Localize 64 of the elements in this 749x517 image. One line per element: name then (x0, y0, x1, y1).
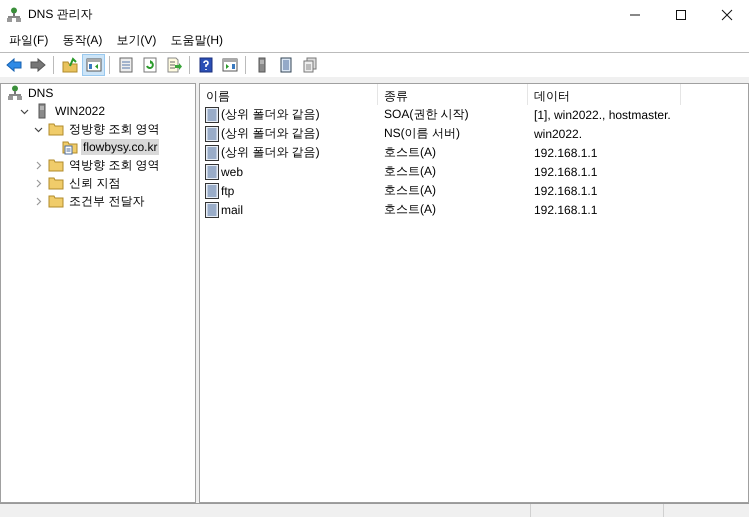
collapse-chevron-icon[interactable] (20, 106, 28, 116)
console-tree-button[interactable] (82, 54, 105, 76)
record-icon (204, 164, 220, 180)
table-cell-text: win2022. (533, 126, 584, 140)
table-cell: mail (221, 202, 244, 216)
column-header[interactable]: 데이터 (528, 84, 681, 105)
table-cell: (상위 폴더와 같음) (221, 144, 320, 161)
record-list-icon (278, 57, 294, 73)
tree-item[interactable]: DNS (26, 85, 56, 101)
record-icon (204, 182, 220, 198)
table-cell-text: 호스트(A) (383, 182, 437, 199)
console-tree-icon (86, 57, 102, 73)
back-arrow-icon (6, 57, 22, 73)
expand-chevron-icon[interactable] (34, 178, 42, 188)
zone-folder-icon (62, 139, 78, 155)
properties-icon (118, 57, 134, 73)
table-cell-text: 호스트(A) (383, 163, 437, 180)
table-cell: (상위 폴더와 같음) (221, 125, 320, 142)
table-cell: ftp (221, 184, 234, 198)
expand-chevron-icon[interactable] (34, 196, 42, 206)
tree-item[interactable]: flowbysy.co.kr (81, 139, 160, 155)
column-header[interactable]: 이름 (200, 84, 378, 105)
table-cell: (상위 폴더와 같음) (221, 106, 320, 123)
record-icon (204, 126, 220, 142)
tree-item[interactable]: 신뢰 지점 (67, 174, 122, 192)
column-header[interactable]: 종류 (378, 84, 528, 105)
window-title: DNS 관리자 (28, 6, 93, 23)
table-cell-text: 192.168.1.1 (533, 202, 598, 216)
action-pane-icon (222, 57, 238, 73)
folder-icon (48, 157, 64, 173)
tree-item[interactable]: 조건부 전달자 (67, 192, 146, 210)
menu-item[interactable]: 동작(A) (55, 32, 110, 49)
table-cell-text: 192.168.1.1 (533, 146, 598, 160)
expand-chevron-icon[interactable] (34, 160, 42, 170)
folder-icon (48, 193, 64, 209)
close-icon[interactable] (721, 8, 733, 20)
maximize-icon[interactable] (675, 8, 687, 20)
table-cell-text: SOA(권한 시작) (383, 106, 470, 123)
table-cell-text: 호스트(A) (383, 201, 437, 218)
menu-item[interactable]: 보기(V) (109, 32, 164, 49)
table-cell: web (221, 164, 244, 178)
table-cell-text: 192.168.1.1 (533, 184, 598, 198)
record-icon (204, 202, 220, 218)
forward-arrow-icon (30, 57, 46, 73)
record-icon (204, 106, 220, 122)
table-cell-text: NS(이름 서버) (383, 125, 461, 142)
network-icon (6, 6, 22, 22)
collapse-chevron-icon[interactable] (34, 124, 42, 134)
menu-item[interactable]: 도움말(H) (163, 32, 230, 49)
record-icon (204, 144, 220, 160)
folder-up-icon (62, 57, 78, 73)
export-list-icon (166, 57, 182, 73)
folder-icon (48, 175, 64, 191)
folder-icon (48, 121, 64, 137)
table-cell-text: 호스트(A) (383, 144, 437, 161)
table-cell-text: 192.168.1.1 (533, 164, 598, 178)
table-cell-text: [1], win2022., hostmaster. (533, 108, 672, 122)
copy-icon (302, 57, 318, 73)
tree-item[interactable]: 역방향 조회 영역 (67, 156, 162, 174)
help-icon (198, 57, 214, 73)
tree-item[interactable]: 정방향 조회 영역 (67, 120, 162, 138)
tree-item[interactable]: WIN2022 (53, 103, 108, 119)
refresh-icon (142, 57, 158, 73)
menu-item[interactable]: 파일(F) (2, 32, 56, 49)
